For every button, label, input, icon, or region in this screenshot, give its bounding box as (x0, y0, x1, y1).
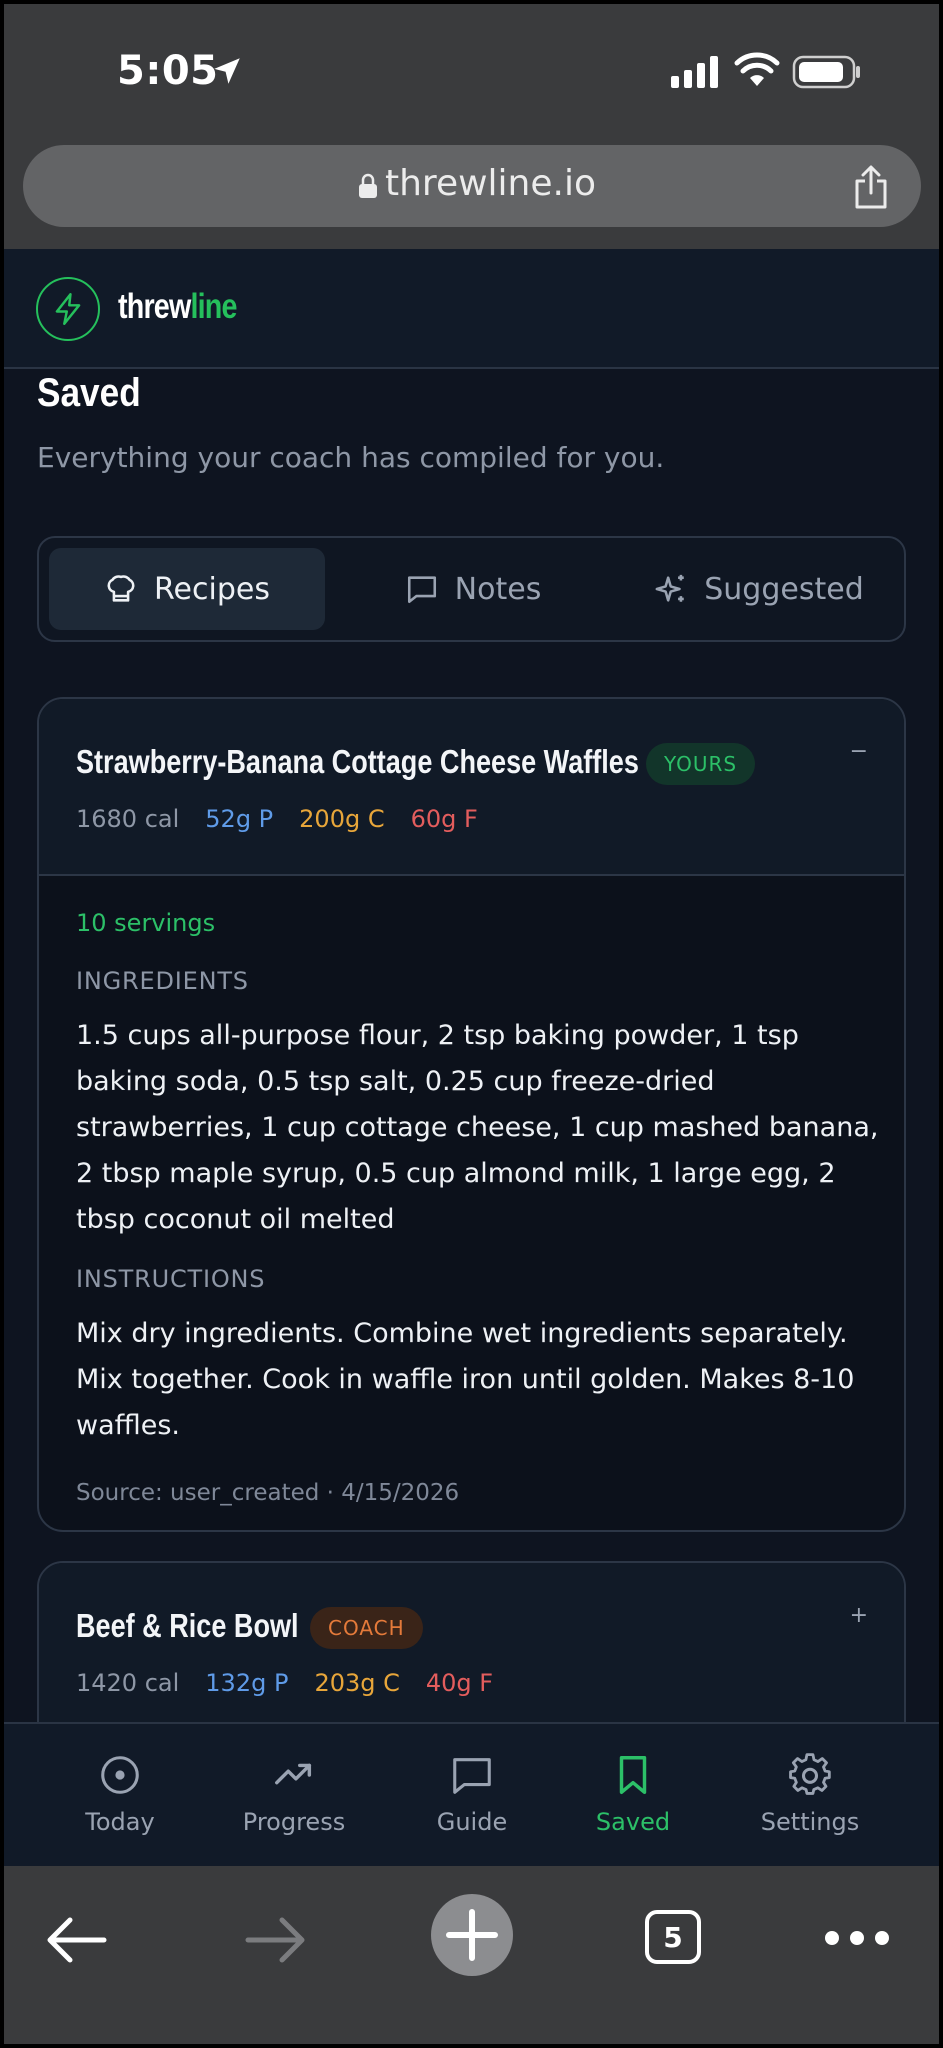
recipe-card: Strawberry-Banana Cottage Cheese Waffles… (37, 697, 906, 1532)
servings-count: 10 servings (76, 909, 216, 937)
new-tab-button[interactable] (431, 1894, 513, 1976)
lightning-bolt-icon (55, 293, 81, 325)
macro-carbs: 203g C (314, 1669, 400, 1697)
tab-guide-label: Guide (436, 1808, 508, 1836)
tab-progress[interactable]: Progress (204, 1724, 384, 1868)
tab-saved-label: Saved (595, 1808, 671, 1836)
url-text: threwline.io (385, 163, 596, 204)
browser-url-area: threwline.io (4, 138, 939, 249)
macro-protein: 132g P (205, 1669, 289, 1697)
card-divider (39, 874, 904, 876)
back-arrow-icon[interactable] (44, 1914, 108, 1966)
recipe-title: Beef & Rice Bowl (76, 1607, 299, 1644)
plus-icon (446, 1909, 498, 1961)
bookmark-icon (619, 1756, 647, 1794)
tab-settings-label: Settings (760, 1808, 860, 1836)
source-badge: COACH (310, 1607, 423, 1649)
recipe-source: Source: user_created · 4/15/2026 (76, 1480, 460, 1506)
instructions-text: Mix dry ingredients. Combine wet ingredi… (76, 1318, 855, 1441)
collapse-toggle[interactable]: − (850, 739, 868, 764)
recipe-card-header[interactable]: Beef & Rice Bowl COACH + 1420 cal 132g P… (39, 1563, 904, 1722)
tab-settings[interactable]: Settings (720, 1724, 900, 1868)
cellular-signal-icon (671, 56, 718, 88)
address-bar[interactable]: threwline.io (23, 145, 921, 227)
macro-summary: 1420 cal 132g P 203g C 40g F (76, 1669, 493, 1697)
tab-notes[interactable]: Notes (335, 548, 611, 630)
recipe-title: Strawberry-Banana Cottage Cheese Waffles (76, 743, 639, 780)
chat-bubble-icon (453, 1758, 491, 1794)
location-arrow-icon (214, 58, 240, 84)
tab-progress-label: Progress (242, 1808, 346, 1836)
macro-carbs: 200g C (299, 805, 385, 833)
chef-hat-icon (107, 575, 135, 602)
macro-fat: 40g F (425, 1669, 494, 1697)
source-badge: YOURS (646, 743, 756, 785)
recipe-card-header[interactable]: Strawberry-Banana Cottage Cheese Waffles… (39, 699, 904, 874)
lock-icon (359, 173, 377, 198)
sparkles-icon (655, 574, 684, 602)
tab-recipes-label: Recipes (154, 571, 270, 607)
macro-protein: 52g P (205, 805, 274, 833)
gear-icon (789, 1753, 831, 1795)
wifi-icon (734, 52, 780, 86)
expand-toggle[interactable]: + (850, 1603, 868, 1628)
brand-part2: line (190, 287, 237, 326)
tab-today[interactable]: Today (30, 1724, 210, 1868)
tabs-button[interactable]: 5 (645, 1910, 701, 1964)
tab-suggested[interactable]: Suggested (621, 548, 897, 630)
chat-bubble-icon (407, 576, 436, 604)
tab-notes-label: Notes (454, 571, 542, 607)
tab-suggested-label: Suggested (704, 571, 864, 607)
brand-wordmark[interactable]: threwline (118, 287, 237, 327)
tab-today-label: Today (85, 1808, 155, 1836)
app-page: threwline Saved Everything your coach ha… (4, 249, 939, 1722)
macro-calories: 1680 cal (76, 805, 180, 833)
instructions-heading: INSTRUCTIONS (76, 1265, 266, 1293)
macro-calories: 1420 cal (76, 1669, 180, 1697)
status-time: 5:05 (117, 48, 219, 94)
status-bar: 5:05 (4, 4, 939, 138)
tab-recipes[interactable]: Recipes (49, 548, 325, 630)
recipe-card: Beef & Rice Bowl COACH + 1420 cal 132g P… (37, 1561, 906, 1722)
bottom-tab-bar: Today Progress Guide Saved Settings (4, 1722, 939, 1866)
trending-up-icon (275, 1763, 312, 1785)
tab-guide[interactable]: Guide (382, 1724, 562, 1868)
ingredients-heading: INGREDIENTS (76, 967, 249, 995)
macro-fat: 60g F (410, 805, 478, 833)
forward-arrow-icon[interactable] (244, 1914, 308, 1966)
app-header: threwline (4, 249, 939, 369)
page-subtitle: Everything your coach has compiled for y… (37, 441, 665, 474)
logo-badge[interactable] (36, 277, 100, 341)
macro-summary: 1680 cal 52g P 200g C 60g F (76, 805, 478, 833)
battery-icon (792, 55, 860, 89)
more-icon[interactable] (822, 1926, 892, 1950)
page-title: Saved (37, 371, 141, 415)
tab-saved[interactable]: Saved (543, 1724, 723, 1868)
target-icon (101, 1756, 139, 1794)
ingredients-text: 1.5 cups all-purpose flour, 2 tsp baking… (76, 1020, 879, 1235)
brand-part1: threw (118, 287, 191, 326)
share-icon[interactable] (851, 165, 891, 209)
saved-segmented-control: Recipes Notes Suggested (37, 536, 906, 642)
browser-toolbar: 5 (4, 1866, 939, 2044)
